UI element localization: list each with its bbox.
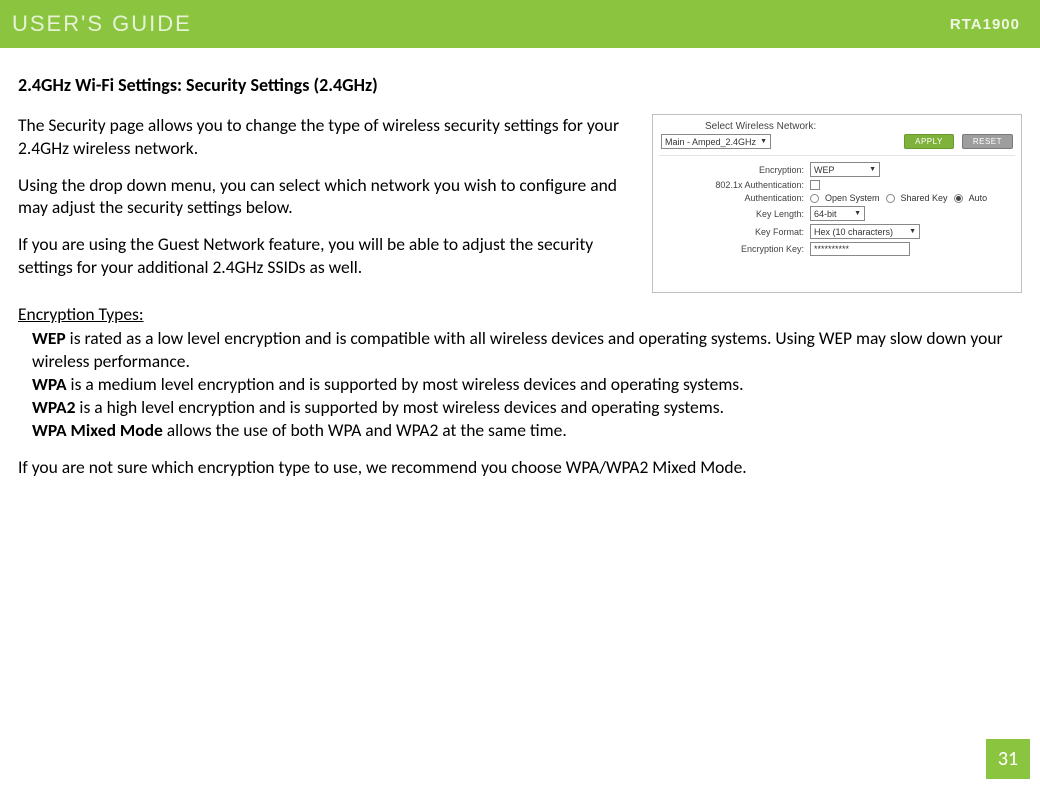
encryption-wpa2-line: WPA2 is a high level encryption and is s… [32,396,1022,419]
page-content: 2.4GHz Wi-Fi Settings: Security Settings… [0,52,1040,478]
encryption-key-label: Encryption Key: [709,244,804,254]
intro-text: The Security page allows you to change t… [18,114,632,293]
key-length-value: 64-bit [814,209,837,219]
page-header: USER'S GUIDE RTA1900 [0,0,1040,52]
authentication-label: Authentication: [709,193,804,203]
auth-open-label: Open System [825,193,880,203]
select-network-value: Main - Amped_2.4GHz [665,137,756,147]
encryption-types-heading: Encryption Types: [18,303,1022,325]
header-title: USER'S GUIDE [12,11,192,37]
encryption-label: Encryption: [709,165,804,175]
key-format-label: Key Format: [709,227,804,237]
intro-paragraph-2: Using the drop down menu, you can select… [18,174,632,220]
encryption-wep-line: WEP is rated as a low level encryption a… [32,327,1022,373]
chevron-down-icon: ▼ [760,138,767,145]
auth-8021x-checkbox[interactable] [810,180,820,190]
encryption-wpa-line: WPA is a medium level encryption and is … [32,373,1022,396]
chevron-down-icon: ▼ [854,210,861,217]
key-length-label: Key Length: [709,209,804,219]
page-number: 31 [986,739,1030,779]
auth-8021x-label: 802.1x Authentication: [709,180,804,190]
section-heading: 2.4GHz Wi-Fi Settings: Security Settings… [18,74,1022,96]
auth-shared-label: Shared Key [901,193,948,203]
intro-paragraph-1: The Security page allows you to change t… [18,114,632,160]
encryption-value: WEP [814,165,835,175]
encryption-types-list: WEP is rated as a low level encryption a… [18,327,1022,442]
apply-button[interactable]: APPLY [904,134,954,149]
encryption-mixed-line: WPA Mixed Mode allows the use of both WP… [32,419,1022,442]
key-format-dropdown[interactable]: Hex (10 characters) ▼ [810,224,920,239]
header-model: RTA1900 [950,16,1020,33]
recommendation-note: If you are not sure which encryption typ… [18,456,1022,478]
key-format-value: Hex (10 characters) [814,227,893,237]
auth-auto-label: Auto [969,193,988,203]
key-length-dropdown[interactable]: 64-bit ▼ [810,206,865,221]
encryption-key-input[interactable]: ********** [810,242,910,256]
select-network-label: Select Wireless Network: [705,121,1015,132]
reset-button[interactable]: RESET [962,134,1013,149]
auth-open-radio[interactable] [810,194,819,203]
auth-auto-radio[interactable] [954,194,963,203]
encryption-dropdown[interactable]: WEP ▼ [810,162,880,177]
settings-panel: Select Wireless Network: Main - Amped_2.… [652,114,1022,293]
chevron-down-icon: ▼ [909,228,916,235]
chevron-down-icon: ▼ [869,166,876,173]
auth-shared-radio[interactable] [886,194,895,203]
select-network-dropdown[interactable]: Main - Amped_2.4GHz ▼ [661,134,771,149]
intro-paragraph-3: If you are using the Guest Network featu… [18,233,632,279]
